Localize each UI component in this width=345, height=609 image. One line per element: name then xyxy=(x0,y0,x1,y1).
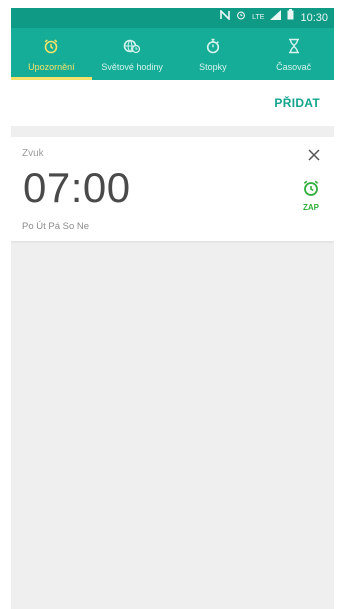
status-time: 10:30 xyxy=(300,12,328,24)
signal-icon xyxy=(270,8,282,28)
phone-screen: LTE 10:30 Upozornění Světové hodiny Stop… xyxy=(11,8,334,609)
lte-icon: LTE xyxy=(252,14,265,21)
alarm-toggle-label: ZAP xyxy=(303,203,319,212)
tab-label: Světové hodiny xyxy=(101,62,163,72)
alarm-toggle[interactable]: ZAP xyxy=(298,179,324,212)
close-icon[interactable] xyxy=(306,147,322,163)
tab-label: Časovač xyxy=(276,62,312,72)
nfc-icon xyxy=(220,8,230,28)
stopwatch-icon xyxy=(205,36,221,56)
tab-label: Stopky xyxy=(199,62,227,72)
alarm-clock-icon xyxy=(43,36,59,56)
hourglass-icon xyxy=(287,36,301,56)
status-bar: LTE 10:30 xyxy=(11,8,334,28)
tab-bar: Upozornění Světové hodiny Stopky Časovač xyxy=(11,28,334,80)
tab-alarms[interactable]: Upozornění xyxy=(11,28,92,80)
tab-world-clock[interactable]: Světové hodiny xyxy=(92,28,173,80)
action-row: PŘIDAT xyxy=(11,80,334,126)
alarm-card[interactable]: Zvuk 07:00 Po Út Pá So Ne ZAP xyxy=(11,137,334,241)
alarm-days: Po Út Pá So Ne xyxy=(22,221,90,232)
tab-label: Upozornění xyxy=(28,62,75,72)
tab-stopwatch[interactable]: Stopky xyxy=(173,28,254,80)
add-alarm-button[interactable]: PŘIDAT xyxy=(274,96,320,110)
world-clock-icon xyxy=(123,36,141,56)
alarm-icon xyxy=(236,8,246,28)
tab-timer[interactable]: Časovač xyxy=(253,28,334,80)
alarm-on-icon xyxy=(302,179,320,202)
alarm-label: Zvuk xyxy=(22,148,44,159)
battery-icon xyxy=(287,8,294,28)
alarm-time: 07:00 xyxy=(23,164,131,211)
